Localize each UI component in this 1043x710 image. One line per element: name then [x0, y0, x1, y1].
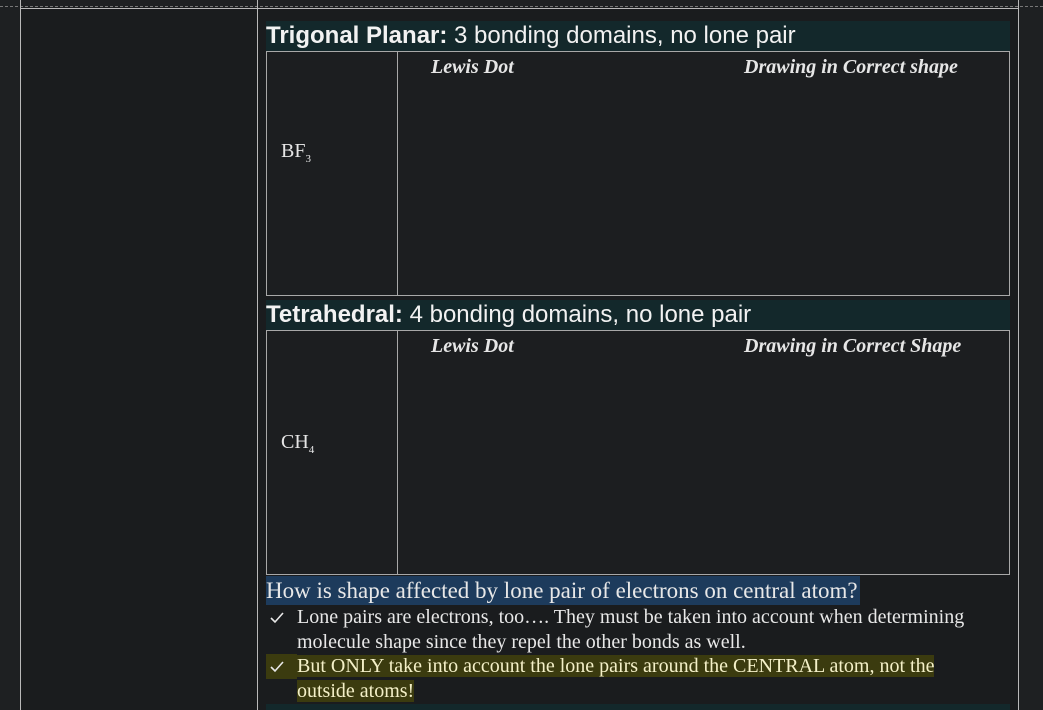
drawing-table-ch4: CH4 Lewis Dot Drawing in Correct Shape: [266, 330, 1010, 575]
column-header-lewis-dot: Lewis Dot: [431, 56, 514, 78]
column-header-correct-shape: Drawing in Correct Shape: [744, 335, 962, 357]
column-header-lewis-dot: Lewis Dot: [431, 335, 514, 357]
bullet-line: molecule shape since they repel the othe…: [297, 631, 746, 653]
drawing-table-bf3: BF3 Lewis Dot Drawing in Correct shape: [266, 51, 1010, 296]
molecule-formula: CH: [281, 431, 309, 453]
left-margin-pane: [21, 8, 257, 710]
bullet-line: But ONLY take into account the lone pair…: [297, 655, 935, 677]
section-heading-tetrahedral: Tetrahedral: 4 bonding domains, no lone …: [266, 300, 1010, 330]
next-heading-strip: [266, 704, 1010, 710]
section-heading-trigonal-planar: Trigonal Planar: 3 bonding domains, no l…: [266, 21, 1010, 51]
question-heading: How is shape affected by lone pair of el…: [266, 576, 860, 605]
page-right-border: [1018, 0, 1019, 710]
page-top-border: [20, 8, 1019, 9]
bullet-item: Lone pairs are electrons, too…. They mus…: [266, 605, 1006, 655]
molecule-formula: BF: [281, 140, 306, 162]
bullet-line: Lone pairs are electrons, too…. They mus…: [297, 606, 965, 628]
molecule-label: BF3: [281, 140, 311, 165]
table-divider: [397, 331, 398, 574]
bullet-line: outside atoms!: [297, 680, 415, 702]
molecule-subscript: 4: [308, 444, 315, 456]
heading-term: Trigonal Planar:: [266, 22, 448, 49]
table-divider: [397, 52, 398, 295]
molecule-label: CH4: [281, 431, 314, 456]
heading-description: 3 bonding domains, no lone pair: [447, 22, 796, 49]
heading-description: 4 bonding domains, no lone pair: [402, 301, 752, 328]
bullet-text: Lone pairs are electrons, too…. They mus…: [297, 605, 997, 655]
checkmark-icon: [270, 605, 286, 632]
header-boundary: [0, 6, 1043, 7]
heading-term: Tetrahedral:: [266, 301, 403, 328]
bullet-item-highlighted: But ONLY take into account the lone pair…: [266, 654, 1006, 704]
bullet-text: But ONLY take into account the lone pair…: [297, 654, 997, 704]
column-header-correct-shape: Drawing in Correct shape: [744, 56, 958, 78]
checkmark-icon: [266, 654, 297, 679]
molecule-subscript: 3: [305, 153, 311, 165]
column-divider: [257, 0, 258, 710]
page-left-border: [20, 0, 21, 710]
